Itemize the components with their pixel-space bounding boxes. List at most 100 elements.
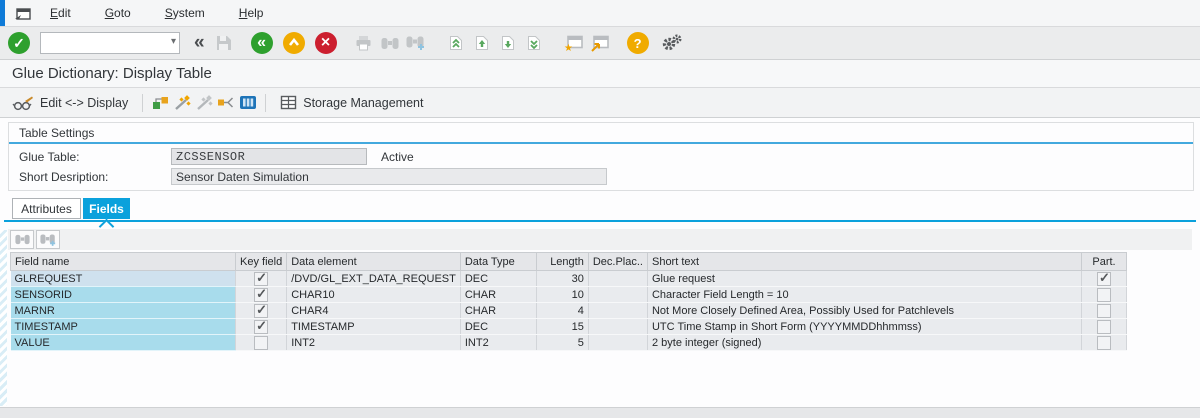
activate-wand-icon[interactable] bbox=[171, 93, 193, 113]
part-checkbox[interactable] bbox=[1096, 271, 1111, 286]
table-row[interactable]: VALUE INT2 INT2 5 2 byte integer (signed… bbox=[10, 334, 1127, 351]
table-analysis-icon[interactable] bbox=[237, 93, 259, 113]
glue-table-label: Glue Table: bbox=[19, 150, 80, 164]
dec-places-cell[interactable] bbox=[588, 286, 648, 303]
part-checkbox[interactable] bbox=[1096, 287, 1111, 302]
data-element-cell[interactable]: CHAR10 bbox=[286, 286, 461, 303]
table-row[interactable]: MARNR CHAR4 CHAR 4 Not More Closely Defi… bbox=[10, 302, 1127, 319]
menu-goto[interactable]: Goto bbox=[105, 6, 131, 20]
data-element-cell[interactable]: INT2 bbox=[286, 334, 461, 351]
col-field-name[interactable]: Field name bbox=[10, 252, 236, 271]
window-accent-strip bbox=[0, 0, 5, 26]
new-session-icon[interactable]: ★ bbox=[561, 31, 587, 55]
short-text-cell[interactable]: 2 byte integer (signed) bbox=[647, 334, 1082, 351]
edit-display-toggle-button[interactable]: Edit <-> Display bbox=[4, 91, 136, 115]
key-field-checkbox[interactable] bbox=[254, 271, 269, 286]
dec-places-cell[interactable] bbox=[588, 302, 648, 319]
col-part[interactable]: Part. bbox=[1080, 252, 1127, 271]
object-versions-icon[interactable] bbox=[149, 93, 171, 113]
table-row[interactable]: GLREQUEST /DVD/GL_EXT_DATA_REQUEST DEC 3… bbox=[10, 270, 1127, 287]
length-cell[interactable]: 15 bbox=[536, 318, 589, 335]
col-dec-places[interactable]: Dec.Plac.. bbox=[587, 252, 648, 271]
data-type-cell[interactable]: CHAR bbox=[460, 302, 537, 319]
data-type-cell[interactable]: INT2 bbox=[460, 334, 537, 351]
short-text-cell[interactable]: Character Field Length = 10 bbox=[647, 286, 1082, 303]
field-name-cell[interactable]: GLREQUEST bbox=[10, 270, 236, 287]
back-button[interactable]: « bbox=[250, 32, 273, 54]
col-data-type[interactable]: Data Type bbox=[459, 252, 537, 271]
storage-management-button[interactable]: Storage Management bbox=[272, 91, 431, 115]
part-checkbox[interactable] bbox=[1096, 303, 1111, 318]
where-used-icon[interactable] bbox=[215, 93, 237, 113]
length-cell[interactable]: 4 bbox=[536, 302, 589, 319]
find-icon[interactable] bbox=[377, 31, 403, 55]
short-text-cell[interactable]: Glue request bbox=[647, 270, 1082, 287]
menu-system[interactable]: System bbox=[165, 6, 205, 20]
col-short-text[interactable]: Short text bbox=[646, 252, 1082, 271]
data-element-cell[interactable]: CHAR4 bbox=[286, 302, 461, 319]
save-icon[interactable] bbox=[211, 31, 237, 55]
cancel-button[interactable]: × bbox=[314, 32, 337, 54]
col-key-field[interactable]: Key field bbox=[234, 252, 288, 271]
part-checkbox[interactable] bbox=[1096, 319, 1111, 334]
page-up-icon[interactable] bbox=[469, 31, 495, 55]
menu-help[interactable]: Help bbox=[239, 6, 264, 20]
data-type-cell[interactable]: DEC bbox=[460, 270, 537, 287]
dec-places-cell[interactable] bbox=[588, 334, 648, 351]
table-row[interactable]: SENSORID CHAR10 CHAR 10 Character Field … bbox=[10, 286, 1127, 303]
find-next-icon[interactable] bbox=[403, 31, 429, 55]
field-name-cell[interactable]: VALUE bbox=[10, 334, 236, 351]
exit-button[interactable] bbox=[282, 32, 305, 54]
field-name-cell[interactable]: MARNR bbox=[10, 302, 236, 319]
col-data-element[interactable]: Data element bbox=[286, 252, 461, 271]
key-field-checkbox[interactable] bbox=[254, 319, 269, 334]
toolbar-separator bbox=[142, 93, 144, 112]
col-length[interactable]: Length bbox=[535, 252, 589, 271]
page-down-icon[interactable] bbox=[495, 31, 521, 55]
print-icon[interactable] bbox=[351, 31, 377, 55]
data-type-cell[interactable]: DEC bbox=[460, 318, 537, 335]
question-icon: ? bbox=[633, 35, 642, 51]
dec-places-cell[interactable] bbox=[588, 270, 648, 287]
last-page-icon[interactable] bbox=[521, 31, 547, 55]
fields-table: Field name Key field Data element Data T… bbox=[10, 252, 1127, 351]
table-settings-group: Table Settings Glue Table: ZCSSENSOR Act… bbox=[8, 122, 1194, 191]
short-description-field[interactable]: Sensor Daten Simulation bbox=[171, 168, 607, 185]
short-description-label: Short Desription: bbox=[19, 170, 109, 184]
field-name-cell[interactable]: SENSORID bbox=[10, 286, 236, 303]
short-text-cell[interactable]: UTC Time Stamp in Short Form (YYYYMMDDhh… bbox=[647, 318, 1082, 335]
glue-table-field[interactable]: ZCSSENSOR bbox=[171, 148, 367, 165]
field-name-cell[interactable]: TIMESTAMP bbox=[10, 318, 236, 335]
data-element-cell[interactable]: /DVD/GL_EXT_DATA_REQUEST bbox=[286, 270, 461, 287]
continue-button[interactable]: ✓ bbox=[8, 32, 30, 54]
key-field-checkbox[interactable] bbox=[254, 335, 269, 350]
status-text: Active bbox=[381, 150, 414, 164]
data-element-cell[interactable]: TIMESTAMP bbox=[286, 318, 461, 335]
tab-underline bbox=[4, 220, 1196, 222]
tab-attributes[interactable]: Attributes bbox=[12, 198, 81, 219]
customize-layout-icon[interactable] bbox=[659, 31, 685, 55]
part-checkbox[interactable] bbox=[1096, 335, 1111, 350]
tab-fields[interactable]: Fields bbox=[83, 198, 130, 219]
object-menu-icon[interactable] bbox=[14, 6, 32, 21]
length-cell[interactable]: 10 bbox=[536, 286, 589, 303]
first-page-icon[interactable] bbox=[443, 31, 469, 55]
length-cell[interactable]: 30 bbox=[536, 270, 589, 287]
data-type-cell[interactable]: CHAR bbox=[460, 286, 537, 303]
create-shortcut-icon[interactable] bbox=[587, 31, 613, 55]
tab-fields-label: Fields bbox=[89, 201, 124, 216]
key-field-checkbox[interactable] bbox=[254, 303, 269, 318]
length-cell[interactable]: 5 bbox=[536, 334, 589, 351]
key-field-checkbox[interactable] bbox=[254, 287, 269, 302]
menu-edit[interactable]: Edit bbox=[50, 6, 71, 20]
check-wand-icon[interactable] bbox=[193, 93, 215, 113]
help-button[interactable]: ? bbox=[626, 32, 649, 54]
table-find-next-button[interactable] bbox=[36, 230, 60, 249]
group-accent-rule bbox=[9, 142, 1193, 144]
table-row[interactable]: TIMESTAMP TIMESTAMP DEC 15 UTC Time Stam… bbox=[10, 318, 1127, 335]
collapse-command-icon[interactable]: « bbox=[194, 32, 205, 54]
dec-places-cell[interactable] bbox=[588, 318, 648, 335]
short-text-cell[interactable]: Not More Closely Defined Area, Possibly … bbox=[647, 302, 1082, 319]
command-input[interactable] bbox=[40, 32, 180, 54]
table-find-button[interactable] bbox=[10, 230, 34, 249]
